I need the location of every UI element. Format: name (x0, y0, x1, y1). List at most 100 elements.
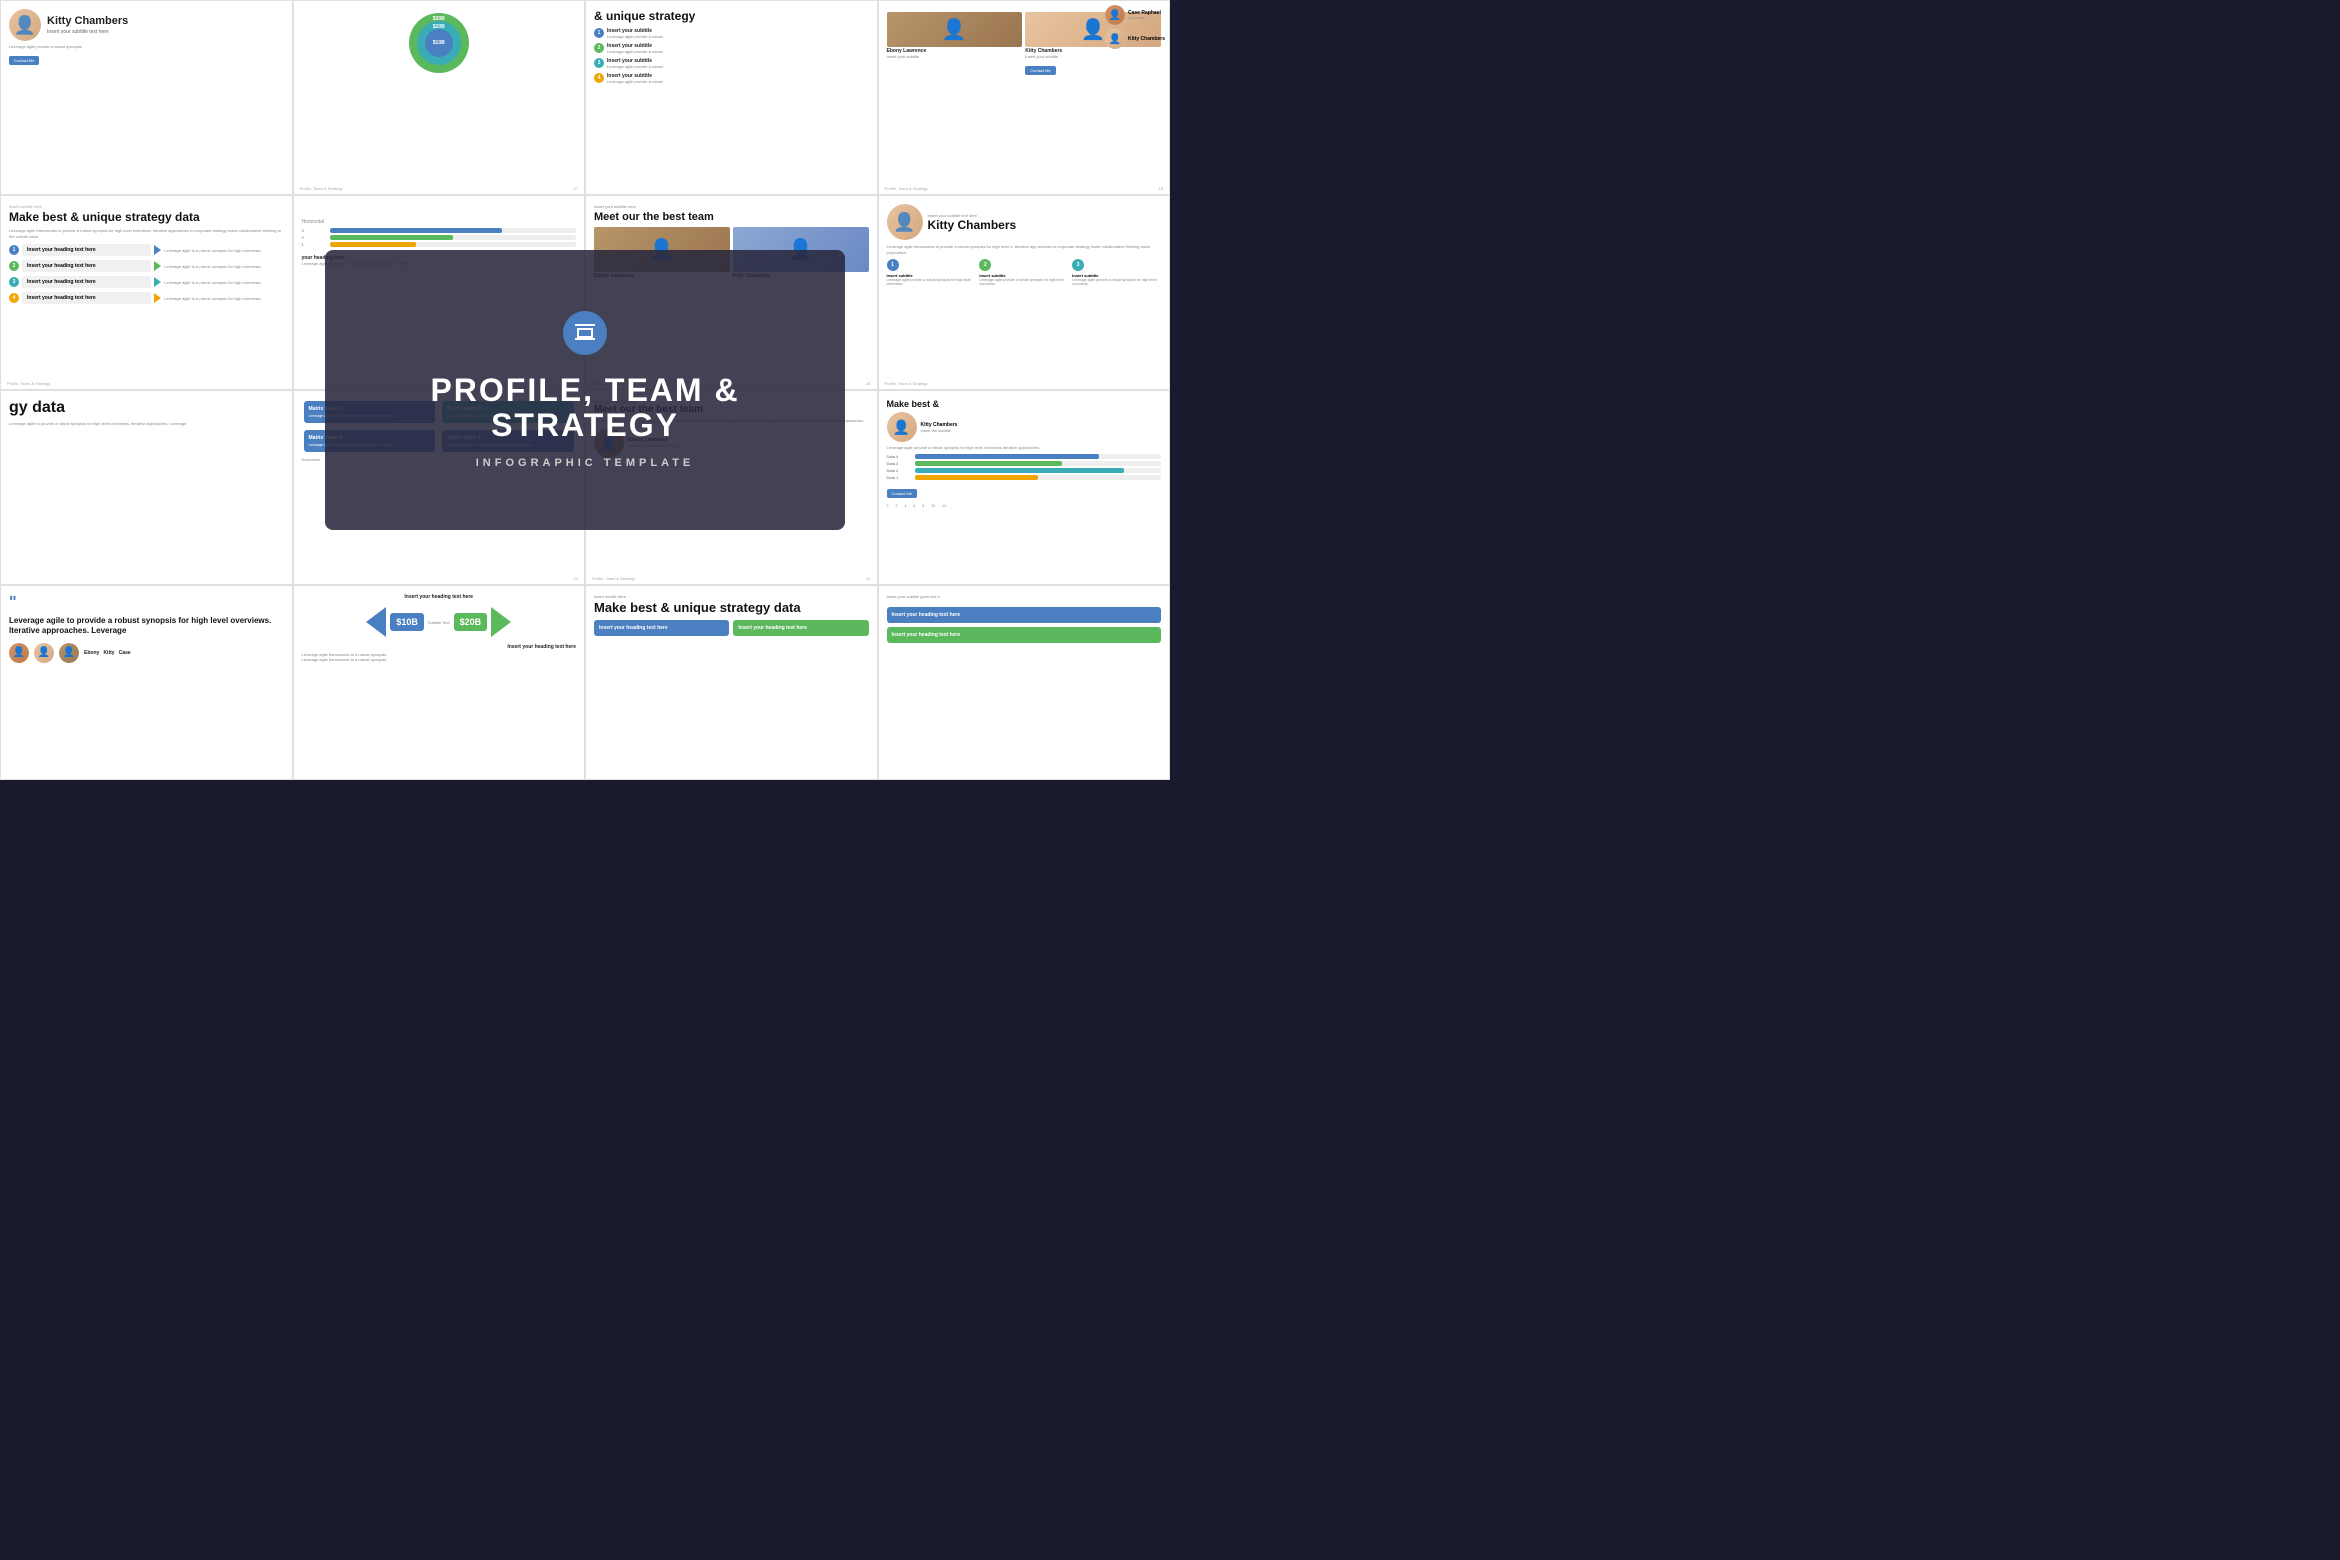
presentation-icon (573, 321, 597, 345)
profile-name: Kitty Chambers (928, 218, 1017, 232)
strategy-desc-2: Leverage agile to a robust synopsis for … (164, 264, 283, 269)
person-name: Kitty Chambers (921, 422, 958, 428)
strategy-item-3: 3 Insert your heading text here Leverage… (9, 276, 284, 288)
skill-text-2: Leverage agile provide a robust synopsis… (979, 278, 1068, 286)
axis-8: 8 (922, 504, 924, 508)
bar-label-2: Data 2 (887, 468, 912, 473)
bar-fill-1 (330, 228, 503, 233)
profile-header: 👤 Insert your subtitle text here Kitty C… (887, 204, 1162, 240)
quote-text: Leverage agile to provide a robust synop… (9, 616, 284, 637)
subtitle-text-1: Subtitle Text (428, 620, 450, 625)
axis-10: 10 (931, 504, 935, 508)
skill-num-3: 3 (1072, 259, 1084, 271)
slide-card-profile-detail: 👤 Insert your subtitle text here Kitty C… (878, 195, 1171, 390)
profile-subtitle: Insert your subtitle (887, 54, 1023, 59)
num-2: 2 (9, 261, 19, 271)
person-icon: 👤 (942, 17, 967, 42)
skill-text-3: Leverage agile provide a robust synopsis… (1072, 278, 1161, 286)
skill-3: 3 Insert subtitle Leverage agile provide… (1072, 259, 1161, 286)
bar-label-4: Data 4 (887, 454, 912, 459)
slide-card-strategy-large: Insert subtile here Make best & unique s… (585, 585, 878, 780)
num-badge-3: 3 (594, 58, 604, 68)
box-1: Insert your heading text here (887, 607, 1162, 623)
bar-2: 2 (302, 235, 577, 240)
skills-row: 1 Insert subtitle Leverage agile provide… (887, 259, 1162, 286)
strategy-items: 1 Insert your subtitle Leverage agile pr… (594, 28, 869, 84)
arrow-right-icon (491, 607, 511, 637)
person-icon: 👤 (13, 647, 25, 658)
bar-track-2 (915, 468, 1162, 473)
footer-label: Profile, Team & Strategy (885, 186, 928, 191)
person-icon: 👤 (63, 647, 75, 658)
boxes-column: Insert your heading text here Insert you… (887, 607, 1162, 643)
horizontal-chart: Horizontal 3 2 1 (302, 219, 577, 247)
page-num: 15 (866, 576, 870, 581)
strategy-label-2: Insert your heading text here (22, 260, 151, 272)
bar-fill-2 (915, 468, 1125, 473)
slide-tag: Insert subtitle here (9, 204, 284, 209)
concentric-diagram: $30B $20B $10B (409, 13, 469, 73)
person-icon: 👤 (1109, 34, 1121, 45)
overlay-subtitle: INFOGRAPHIC TEMPLATE (476, 457, 695, 469)
bar-label-1: Data 1 (887, 475, 912, 480)
arrow-4 (154, 293, 161, 303)
strategy-label-4: Insert your heading text here (22, 292, 151, 304)
body-text: Leverage agile frameworks to provide a r… (9, 228, 284, 239)
avatar-case-bottom: 👤 (59, 643, 79, 663)
axis-2: 2 (895, 504, 897, 508)
person-subtitle: Insert the subtitle (921, 428, 958, 433)
bottom-text-right: Leverage agile frameworks to a robust sy… (302, 657, 577, 662)
list-item: 1 Insert your subtitle Leverage agile pr… (594, 28, 869, 39)
axis-4: 4 (904, 504, 906, 508)
person-name: Kitty Chambers (47, 15, 128, 28)
bar-track-2 (330, 235, 577, 240)
arrow-display: $10B Subtitle Text $20B (302, 603, 577, 641)
strategy-item-2: 2 Insert your heading text here Leverage… (9, 260, 284, 272)
page-num: 19 (1159, 186, 1163, 191)
strategy-desc-4: Leverage agile to a robust synopsis for … (164, 296, 283, 301)
overlay-title: PROFILE, TEAM &STRATEGY (430, 373, 739, 443)
contact-btn[interactable]: Contact Me (9, 56, 39, 65)
slide-tag: Insert subtile here (594, 594, 869, 599)
slide-tag: Insert your subtitle here (594, 204, 869, 209)
strategy-items: 1 Insert your heading text here Leverage… (9, 244, 284, 304)
box-2: Insert your heading text here (887, 627, 1162, 643)
profile-ebony: 👤 Ebony Lawrence Insert your subtitle (887, 12, 1023, 77)
strategy-boxes: Insert your heading text here Insert you… (594, 620, 869, 636)
body-text: Leverage agile to provide a robust synop… (9, 421, 284, 427)
strategy-label-1: Insert your heading text here (22, 244, 151, 256)
item-text: Leverage agile provide a robust (607, 34, 663, 39)
side-profile-kitty2: 👤 Kitty Chambers (1105, 29, 1165, 49)
bar-track-3 (330, 242, 577, 247)
list-item: 3 Insert your subtitle Leverage agile pr… (594, 58, 869, 69)
slide-tag: Insert your subtitle goes text h (887, 594, 1162, 599)
avatar-kitty-bar: 👤 (887, 412, 917, 442)
slide-card-strategy-boxes-right: Insert your subtitle goes text h Insert … (878, 585, 1171, 780)
item-text: Leverage agile provide a robust (607, 79, 663, 84)
main-heading: Make best & unique strategy data (9, 211, 284, 224)
contact-btn-kitty[interactable]: Contact Me (1025, 66, 1055, 75)
bar-row-3: Data 3 (887, 461, 1162, 466)
slide-card-strategy-list: Insert subtitle here Make best & unique … (0, 195, 293, 390)
bar-label-1: 3 (302, 228, 327, 233)
axis-12: 12 (942, 504, 946, 508)
item-text: Leverage agile provide a robust (607, 49, 663, 54)
slide-card-strategy-heading: & unique strategy 1 Insert your subtitle… (585, 0, 878, 195)
avatar-kitty-bottom: 👤 (34, 643, 54, 663)
heading-tag: Insert your heading text here (302, 594, 577, 600)
bar-track-1 (330, 228, 577, 233)
contact-btn[interactable]: Contact Me (887, 489, 917, 498)
bar-label-3: 1 (302, 242, 327, 247)
overlay-icon (563, 311, 607, 355)
person-icon: 👤 (14, 15, 36, 36)
slide-card-team-grid: 👤 Ebony Lawrence Insert your subtitle 👤 … (878, 0, 1171, 195)
person-icon: 👤 (893, 419, 910, 436)
main-heading: Meet our the best team (594, 211, 869, 223)
profile-body: Leverage agile frameworks to provide a r… (887, 244, 1162, 255)
heading-partial: gy data (9, 399, 284, 417)
arrow-3 (154, 277, 161, 287)
heading-partial: Make best & (887, 399, 1162, 409)
num-4: 4 (9, 293, 19, 303)
right-heading-tag: Insert your heading text here (302, 644, 577, 650)
bar-track-4 (915, 454, 1162, 459)
